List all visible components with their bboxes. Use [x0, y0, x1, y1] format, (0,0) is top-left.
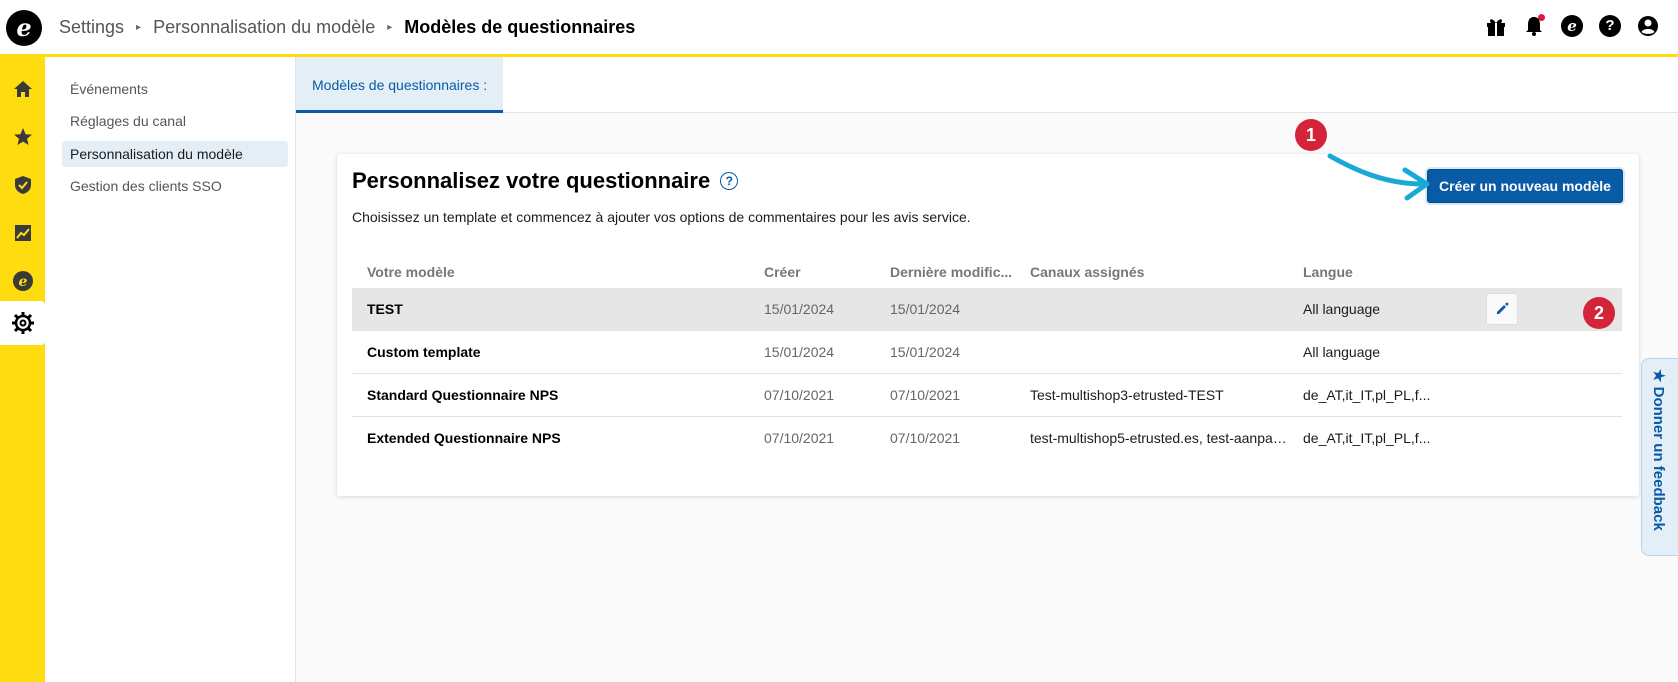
- row-language: de_AT,it_IT,pl_PL,f...: [1303, 387, 1431, 403]
- card-title-text: Personnalisez votre questionnaire: [352, 168, 711, 193]
- help-icon[interactable]: ?: [1598, 14, 1622, 38]
- etrusted-logo[interactable]: e: [6, 10, 42, 46]
- column-header-canaux[interactable]: Canaux assignés: [1030, 264, 1144, 280]
- row-language: All language: [1303, 344, 1381, 360]
- annotation-arrow: [1327, 153, 1430, 201]
- breadcrumb-personnalisation[interactable]: Personnalisation du modèle: [153, 17, 375, 38]
- row-modified: 15/01/2024: [890, 344, 961, 360]
- gear-icon[interactable]: [0, 301, 45, 345]
- annotation-badge-2: 2: [1583, 297, 1615, 329]
- feedback-label: ★ Donner un feedback: [1650, 369, 1667, 531]
- table-row[interactable]: TEST 15/01/2024 15/01/2024 All language: [352, 288, 1622, 331]
- row-template-name: Standard Questionnaire NPS: [367, 387, 559, 403]
- bell-icon[interactable]: [1522, 14, 1546, 38]
- annotation-badge-1: 1: [1295, 119, 1327, 151]
- row-template-name: TEST: [367, 301, 403, 317]
- row-template-name: Custom template: [367, 344, 481, 360]
- row-language: de_AT,it_IT,pl_PL,f...: [1303, 430, 1431, 446]
- table-header: Votre modèle Créer Dernière modific... C…: [352, 258, 1622, 288]
- column-header-modele[interactable]: Votre modèle: [367, 264, 455, 280]
- breadcrumb-separator: ▸: [387, 22, 393, 33]
- breadcrumb-current: Modèles de questionnaires: [404, 17, 636, 37]
- shield-icon[interactable]: [0, 163, 45, 207]
- card-subtitle: Choisissez un template et commencez à aj…: [352, 209, 971, 225]
- gift-icon[interactable]: [1484, 14, 1508, 38]
- svg-text:e: e: [18, 274, 27, 290]
- top-icons: e ?: [1484, 14, 1660, 38]
- settings-subnav: Événements Réglages du canal Personnalis…: [45, 57, 296, 682]
- row-language: All language: [1303, 301, 1381, 317]
- create-template-button[interactable]: Créer un nouveau modèle: [1427, 169, 1623, 203]
- account-icon[interactable]: [1636, 14, 1660, 38]
- card-title: Personnalisez votre questionnaire ?: [352, 168, 739, 194]
- star-icon[interactable]: [0, 115, 45, 159]
- breadcrumb: Settings ▸ Personnalisation du modèle ▸ …: [59, 17, 635, 38]
- chart-icon[interactable]: [0, 211, 45, 255]
- templates-card: Personnalisez votre questionnaire ? Choi…: [337, 154, 1639, 496]
- row-modified: 15/01/2024: [890, 301, 961, 317]
- table-row[interactable]: Standard Questionnaire NPS 07/10/2021 07…: [352, 374, 1622, 417]
- templates-table: Votre modèle Créer Dernière modific... C…: [352, 258, 1622, 460]
- subnav-item-reglages-canal[interactable]: Réglages du canal: [62, 108, 288, 134]
- etrusted-icon[interactable]: e: [0, 259, 45, 303]
- column-header-creer[interactable]: Créer: [764, 264, 801, 280]
- pencil-icon: [1497, 302, 1509, 314]
- row-channels: test-multishop5-etrusted.es, test-aanpas…: [1030, 430, 1288, 446]
- row-created: 07/10/2021: [764, 387, 835, 403]
- row-modified: 07/10/2021: [890, 387, 961, 403]
- help-glyph: ?: [1599, 15, 1621, 37]
- edit-button[interactable]: [1486, 293, 1518, 325]
- notification-dot: [1538, 14, 1545, 21]
- top-bar: e Settings ▸ Personnalisation du modèle …: [0, 0, 1678, 57]
- breadcrumb-settings[interactable]: Settings: [59, 17, 124, 38]
- left-rail: e: [0, 57, 45, 682]
- row-created: 07/10/2021: [764, 430, 835, 446]
- home-icon[interactable]: [0, 67, 45, 111]
- table-row[interactable]: Custom template 15/01/2024 15/01/2024 Al…: [352, 331, 1622, 374]
- row-modified: 07/10/2021: [890, 430, 961, 446]
- row-template-name: Extended Questionnaire NPS: [367, 430, 561, 446]
- row-channels: Test-multishop3-etrusted-TEST: [1030, 387, 1224, 403]
- subnav-item-evenements[interactable]: Événements: [62, 76, 288, 102]
- tab-bar: Modèles de questionnaires :: [296, 57, 1678, 113]
- subnav-item-sso[interactable]: Gestion des clients SSO: [62, 173, 288, 199]
- table-row[interactable]: Extended Questionnaire NPS 07/10/2021 07…: [352, 417, 1622, 460]
- column-header-langue[interactable]: Langue: [1303, 264, 1353, 280]
- help-icon[interactable]: ?: [720, 172, 739, 190]
- etrusted-icon[interactable]: e: [1560, 14, 1584, 38]
- row-created: 15/01/2024: [764, 344, 835, 360]
- tab-modeles-questionnaires[interactable]: Modèles de questionnaires :: [296, 57, 504, 113]
- subnav-item-personnalisation[interactable]: Personnalisation du modèle: [62, 141, 288, 167]
- row-created: 15/01/2024: [764, 301, 835, 317]
- feedback-tab[interactable]: ★ Donner un feedback: [1641, 358, 1678, 556]
- etrusted-glyph: e: [1561, 15, 1583, 37]
- column-header-modification[interactable]: Dernière modific...: [890, 264, 1012, 280]
- breadcrumb-separator: ▸: [136, 22, 142, 33]
